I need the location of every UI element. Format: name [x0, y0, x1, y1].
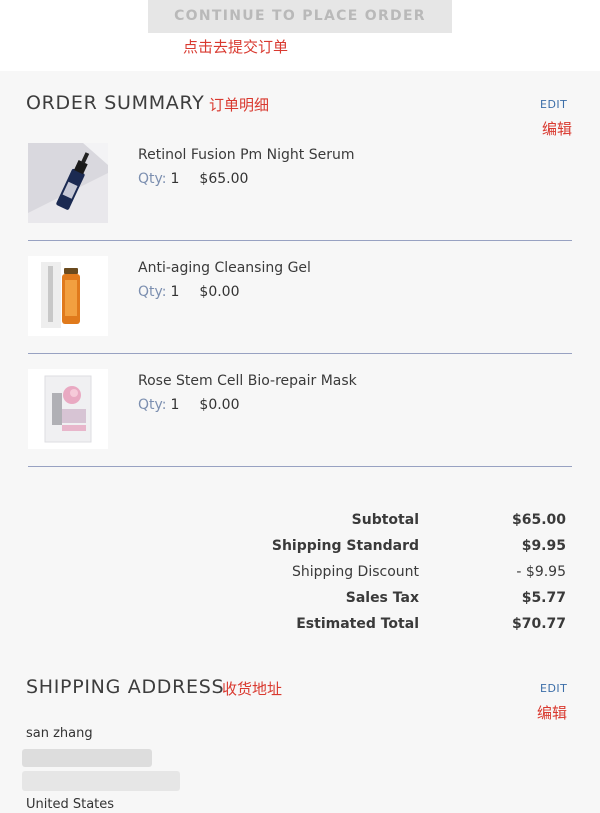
- continue-annotation: 点击去提交订单: [183, 38, 289, 56]
- qty-value: 1: [170, 171, 180, 187]
- shipping-edit-annotation: 编辑: [537, 704, 568, 722]
- totals-row-tax: Sales Tax $5.77: [200, 590, 566, 616]
- shipping-edit-link[interactable]: EDIT: [540, 682, 567, 695]
- item-price: $0.00: [199, 397, 240, 413]
- continue-to-place-order-button[interactable]: CONTINUE TO PLACE ORDER: [148, 0, 452, 33]
- order-summary-edit-link[interactable]: EDIT: [540, 98, 567, 111]
- shipping-name: san zhang: [26, 726, 93, 741]
- order-item: Anti-aging Cleansing Gel Qty: 1 $0.00: [28, 256, 572, 369]
- qty-label: Qty:: [138, 397, 167, 413]
- totals-row-subtotal: Subtotal $65.00: [200, 512, 566, 538]
- item-qty-row: Qty: 1 $65.00: [138, 171, 248, 187]
- order-item: Retinol Fusion Pm Night Serum Qty: 1 $65.0…: [28, 143, 572, 256]
- totals-value: $9.95: [521, 538, 566, 554]
- totals-value: $5.77: [521, 590, 566, 606]
- item-price: $65.00: [199, 171, 249, 187]
- totals-label: Shipping Standard: [271, 538, 419, 554]
- qty-value: 1: [170, 397, 180, 413]
- item-divider: [28, 240, 572, 241]
- redacted-address-line: [22, 749, 152, 767]
- qty-label: Qty:: [138, 284, 167, 300]
- item-name: Anti-aging Cleansing Gel: [138, 260, 311, 276]
- item-qty-row: Qty: 1 $0.00: [138, 397, 240, 413]
- product-image-serum: [28, 143, 108, 223]
- totals-value: $65.00: [511, 512, 566, 528]
- totals-label: Shipping Discount: [292, 564, 419, 580]
- order-panel: ORDER SUMMARY 订单明细 EDIT 编辑 Retinol Fusio…: [0, 71, 600, 813]
- shipping-country: United States: [26, 797, 115, 812]
- item-name: Rose Stem Cell Bio-repair Mask: [138, 373, 357, 389]
- totals-label: Sales Tax: [345, 590, 419, 606]
- qty-label: Qty:: [138, 171, 167, 187]
- totals-row-estimated-total: Estimated Total $70.77: [200, 616, 566, 642]
- item-divider: [28, 466, 572, 467]
- totals-label: Estimated Total: [296, 616, 419, 632]
- order-summary-title: ORDER SUMMARY: [26, 92, 205, 114]
- order-edit-annotation: 编辑: [542, 120, 573, 138]
- totals-value: $70.77: [511, 616, 566, 632]
- shipping-address-title: SHIPPING ADDRESS: [26, 676, 225, 698]
- redacted-address-line: [22, 771, 180, 791]
- shipping-address-annotation: 收货地址: [222, 680, 283, 698]
- totals-value: - $9.95: [516, 564, 566, 580]
- product-image-rose-mask: [28, 369, 108, 449]
- order-item: Rose Stem Cell Bio-repair Mask Qty: 1 $0.0…: [28, 369, 572, 482]
- item-name: Retinol Fusion Pm Night Serum: [138, 147, 355, 163]
- product-image-cleansing-gel: [28, 256, 108, 336]
- qty-value: 1: [170, 284, 180, 300]
- order-summary-annotation: 订单明细: [209, 96, 270, 114]
- totals-row-discount: Shipping Discount - $9.95: [200, 564, 566, 590]
- order-totals: Subtotal $65.00 Shipping Standard $9.95 …: [200, 512, 566, 642]
- top-area: CONTINUE TO PLACE ORDER 点击去提交订单: [0, 0, 600, 71]
- item-divider: [28, 353, 572, 354]
- totals-row-shipping: Shipping Standard $9.95: [200, 538, 566, 564]
- item-price: $0.00: [199, 284, 240, 300]
- totals-label: Subtotal: [351, 512, 419, 528]
- item-qty-row: Qty: 1 $0.00: [138, 284, 240, 300]
